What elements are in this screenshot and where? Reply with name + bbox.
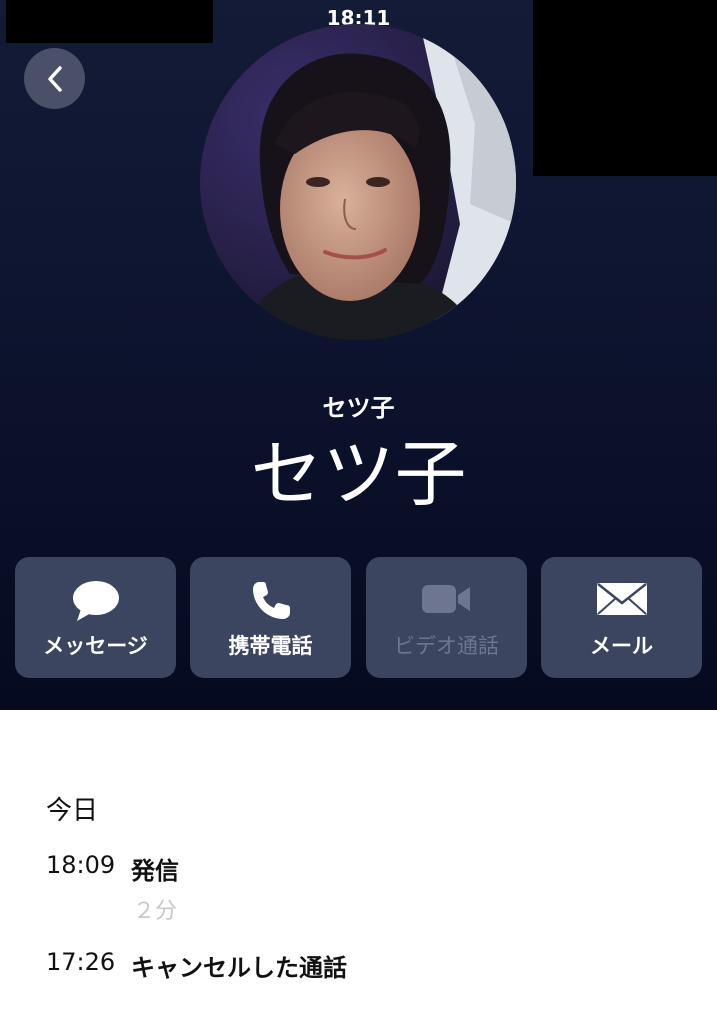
message-bubble-icon [72,581,119,621]
mail-button-label: メール [590,634,653,658]
video-camera-icon [421,585,470,613]
contact-phonetic-name: セツ子 [322,394,395,422]
back-button[interactable] [24,48,85,109]
call-time: 17:26 [46,948,116,976]
mobile-call-button[interactable]: 携帯電話 [190,557,351,678]
mail-button[interactable]: メール [541,557,702,678]
video-call-button-label: ビデオ通話 [394,634,499,658]
contact-header: 18:11 セツ子 セツ子 メッセージ 携帯電話 ビデオ通話 メール [0,0,717,710]
mail-envelope-icon [596,583,647,615]
message-button[interactable]: メッセージ [15,557,176,678]
call-type: 発信 [131,857,179,885]
video-call-button[interactable]: ビデオ通話 [366,557,527,678]
call-history-date: 今日 [46,796,99,826]
call-duration: ２分 [133,899,178,924]
message-button-label: メッセージ [43,634,148,658]
contact-name: セツ子 [250,432,467,516]
chevron-left-icon [47,65,62,92]
call-time: 18:09 [46,851,116,879]
contact-photo [200,24,516,340]
mobile-call-button-label: 携帯電話 [228,634,313,658]
call-type: キャンセルした通話 [131,954,347,982]
phone-icon [252,582,290,619]
